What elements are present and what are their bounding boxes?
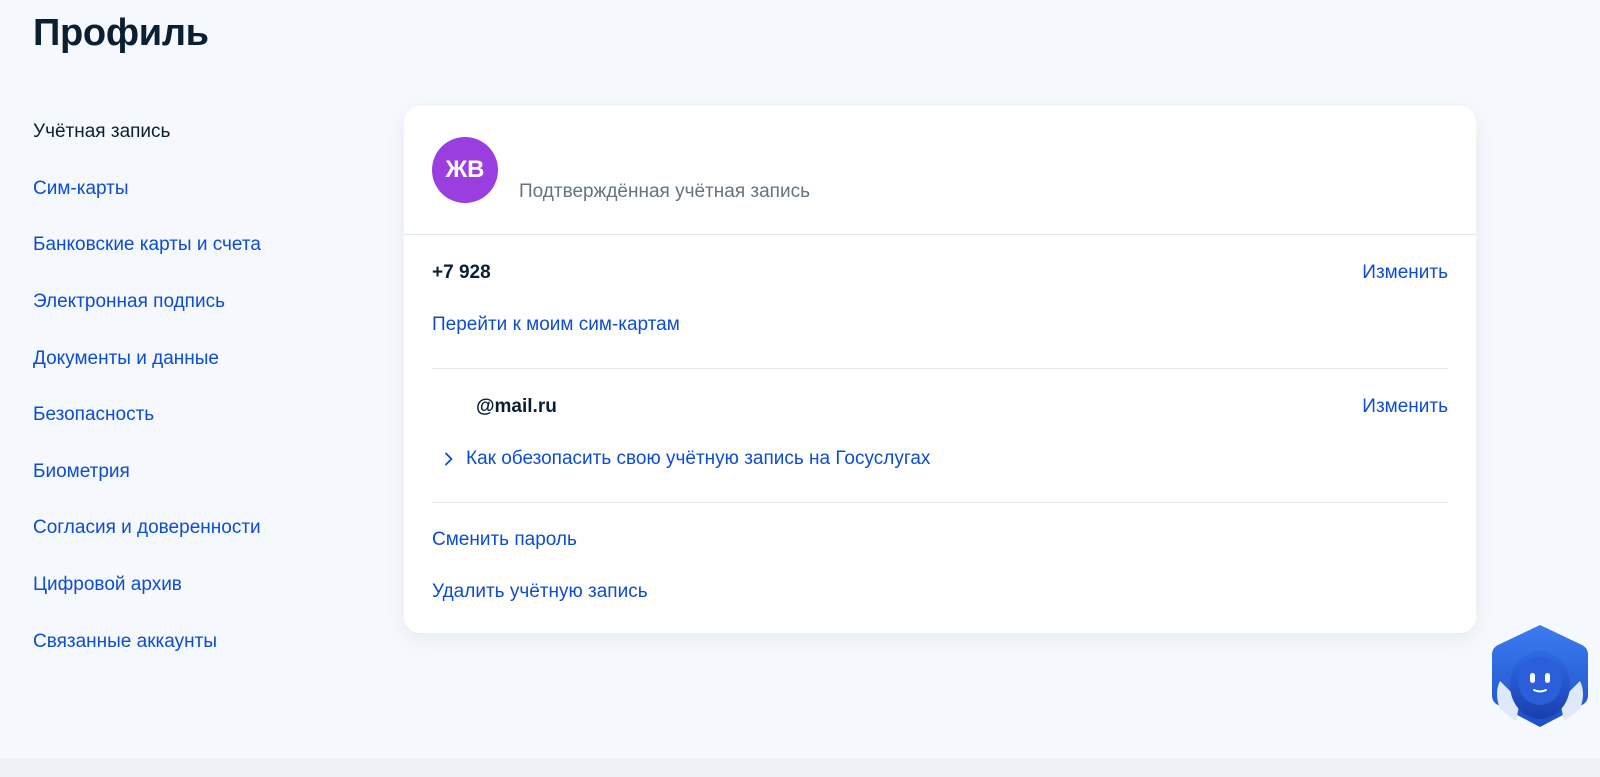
phone-row: +7 928 Изменить	[432, 262, 1448, 284]
phone-value: +7 928	[432, 262, 491, 283]
profile-sidebar: Учётная запись Сим-карты Банковские карт…	[33, 104, 353, 670]
secure-account-expander[interactable]: Как обезопасить свою учётную запись на Г…	[432, 448, 930, 470]
phone-section: +7 928 Изменить Перейти к моим сим-карта…	[432, 235, 1448, 369]
secure-account-link[interactable]: Как обезопасить свою учётную запись на Г…	[466, 448, 930, 470]
assistant-robot-icon[interactable]	[1490, 623, 1590, 731]
account-status-label: Подтверждённая учётная запись	[519, 181, 810, 202]
sidebar-item-digital-archive[interactable]: Цифровой архив	[33, 557, 353, 614]
change-email-link[interactable]: Изменить	[1362, 396, 1448, 418]
email-section: @mail.ru Изменить Как обезопасить свою у…	[432, 369, 1448, 503]
email-value: @mail.ru	[476, 396, 557, 417]
sidebar-item-biometrics[interactable]: Биометрия	[33, 444, 353, 501]
delete-account-link[interactable]: Удалить учётную запись	[432, 581, 648, 603]
sidebar-item-account[interactable]: Учётная запись	[33, 104, 353, 161]
sidebar-item-sim-cards[interactable]: Сим-карты	[33, 161, 353, 218]
email-row: @mail.ru Изменить	[432, 396, 1448, 418]
sidebar-item-bank-cards[interactable]: Банковские карты и счета	[33, 217, 353, 274]
change-password-link[interactable]: Сменить пароль	[432, 529, 577, 551]
sidebar-item-linked-accounts[interactable]: Связанные аккаунты	[33, 613, 353, 670]
account-card-header: ЖВ Подтверждённая учётная запись	[404, 106, 1476, 235]
avatar: ЖВ	[432, 137, 498, 203]
sidebar-item-documents[interactable]: Документы и данные	[33, 330, 353, 387]
goto-sim-cards-link[interactable]: Перейти к моим сим-картам	[432, 314, 680, 336]
sidebar-item-consents[interactable]: Согласия и доверенности	[33, 500, 353, 557]
chevron-right-icon	[432, 452, 466, 466]
change-phone-link[interactable]: Изменить	[1362, 262, 1448, 284]
sidebar-item-security[interactable]: Безопасность	[33, 387, 353, 444]
account-card: ЖВ Подтверждённая учётная запись +7 928 …	[404, 106, 1476, 633]
footer-strip	[0, 758, 1600, 777]
account-actions-section: Сменить пароль Удалить учётную запись	[432, 503, 1448, 633]
page-title: Профиль	[33, 12, 209, 54]
sidebar-item-e-signature[interactable]: Электронная подпись	[33, 274, 353, 331]
